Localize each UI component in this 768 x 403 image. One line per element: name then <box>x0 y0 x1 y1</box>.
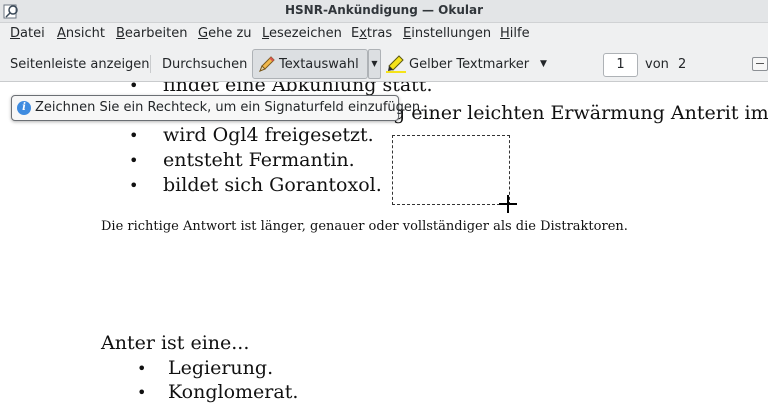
tooltip: i Zeichnen Sie ein Rechteck, um ein Sign… <box>11 95 424 121</box>
document-view[interactable]: • findet eine Abkühlung statt. g einer l… <box>0 82 768 403</box>
show-sidebar-button[interactable]: Seitenleiste anzeigen <box>10 57 150 72</box>
menu-label: tras <box>366 26 393 41</box>
doc-bullet-text: wird Ogl4 freigesetzt. <box>163 124 374 146</box>
toolbar: Seitenleiste anzeigen Durchsuchen Textau… <box>0 45 768 82</box>
doc-note: Die richtige Antwort ist länger, genauer… <box>101 219 628 234</box>
text-selection-menu-button[interactable]: ▼ <box>368 49 381 79</box>
bullet-mark: • <box>129 151 139 170</box>
menu-extras[interactable]: Extras <box>351 26 392 41</box>
menu-mnemonic: E <box>403 26 412 41</box>
menu-mnemonic: D <box>10 26 21 41</box>
tooltip-text: Zeichnen Sie ein Rechteck, um ein Signat… <box>35 100 425 115</box>
menu-ansicht[interactable]: Ansicht <box>57 26 105 41</box>
menu-mnemonic: G <box>198 26 209 41</box>
doc-bullet-text: Legierung. <box>168 357 274 379</box>
menu-datei[interactable]: Datei <box>10 26 45 41</box>
menu-mnemonic: H <box>500 26 510 41</box>
title-bar: HSNR-Ankündigung — Okular <box>0 0 768 23</box>
menu-mnemonic: L <box>262 26 270 41</box>
page-of-label: von <box>645 57 669 72</box>
menu-lesezeichen[interactable]: Lesezeichen <box>262 26 342 41</box>
yellow-highlighter-icon[interactable] <box>385 54 407 74</box>
menu-bearbeiten[interactable]: Bearbeiten <box>116 26 187 41</box>
page-total: 2 <box>678 57 687 72</box>
menu-hilfe[interactable]: Hilfe <box>500 26 530 41</box>
doc-bullet-text: Konglomerat. <box>168 381 299 403</box>
menu-label: ehe zu <box>208 26 252 41</box>
bullet-mark: • <box>129 82 139 95</box>
chevron-down-icon[interactable]: ▼ <box>540 59 547 69</box>
bullet-mark: • <box>129 176 139 195</box>
menu-bar: Datei Ansicht Bearbeiten Gehe zu Lesezei… <box>0 23 768 45</box>
info-icon: i <box>17 101 31 115</box>
crosshair-cursor-icon <box>499 195 517 213</box>
menu-label: instellungen <box>411 26 492 41</box>
doc-partial-line: g einer leichten Erwärmung Anterit im pH… <box>393 102 768 124</box>
menu-label: esezeichen <box>269 26 342 41</box>
yellow-highlighter-button[interactable]: Gelber Textmarker <box>409 57 529 72</box>
doc-bullet-text: findet eine Abkühlung statt. <box>163 82 433 96</box>
bullet-mark: • <box>137 383 147 402</box>
text-selection-label: Textauswahl <box>279 57 359 72</box>
text-selection-button[interactable]: Textauswahl <box>252 49 368 79</box>
menu-einstellungen[interactable]: Einstellungen <box>403 26 491 41</box>
toolbar-overflow-button[interactable] <box>752 57 768 71</box>
browse-button[interactable]: Durchsuchen <box>162 57 247 72</box>
menu-label: E <box>351 26 360 41</box>
menu-mnemonic: B <box>116 26 125 41</box>
signature-field-rectangle[interactable] <box>392 135 510 205</box>
toolbar-separator <box>150 55 151 73</box>
menu-label: earbeiten <box>124 26 188 41</box>
doc-bullet-text: bildet sich Gorantoxol. <box>163 174 382 196</box>
pencil-icon <box>259 56 275 72</box>
window-title: HSNR-Ankündigung — Okular <box>284 3 484 17</box>
menu-mnemonic: x <box>359 26 367 41</box>
bullet-mark: • <box>129 126 139 145</box>
doc-question: Anter ist eine... <box>101 332 250 354</box>
page-number-input[interactable]: 1 <box>603 53 638 77</box>
menu-label: nsicht <box>65 26 106 41</box>
chevron-down-icon: ▼ <box>371 59 378 68</box>
menu-label: ilfe <box>509 26 530 41</box>
bullet-mark: • <box>137 359 147 378</box>
menu-label: atei <box>20 26 45 41</box>
menu-gehe-zu[interactable]: Gehe zu <box>198 26 252 41</box>
doc-bullet-text: entsteht Fermantin. <box>163 149 355 171</box>
menu-mnemonic: A <box>57 26 66 41</box>
